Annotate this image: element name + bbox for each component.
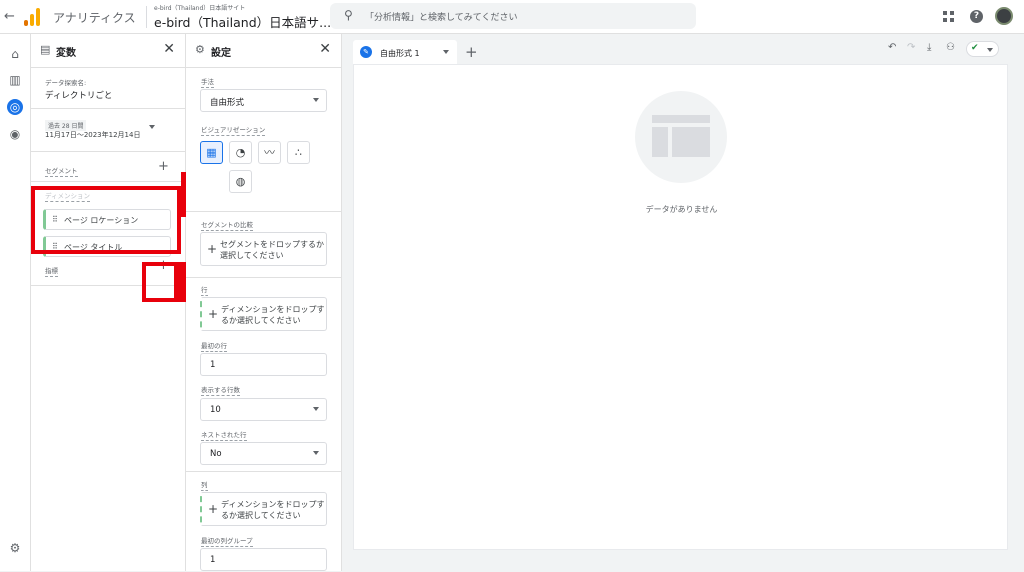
canvas-tab-bar: ✎ 自由形式 1 + ↶ ↷ ⤓ ⚇ ✔ (353, 34, 1008, 64)
close-icon[interactable]: ✕ (163, 41, 175, 57)
add-icon: + (208, 307, 219, 321)
settings-panel: ⚙ 設定 ✕ 手法 自由形式 ビジュアリゼーション ▦ ◔ 〰 ∴ ◍ セグメン… (186, 34, 342, 571)
rows-drop-zone[interactable]: + ディメンションをドロップするか選択してください (200, 297, 327, 331)
chevron-down-icon (313, 451, 319, 455)
exploration-name-label: データ探索名: (45, 79, 87, 87)
donut-chart-icon[interactable]: ◔ (229, 141, 252, 164)
rows-shown-label: 表示する行数 (201, 386, 240, 396)
metrics-label: 指標 (45, 267, 58, 277)
segments-label: セグメント (45, 167, 78, 177)
check-circle-icon: ✔ (971, 43, 979, 53)
technique-select[interactable]: 自由形式 (200, 89, 327, 112)
add-tab-button[interactable]: + (465, 43, 478, 61)
segments-section: セグメント + (31, 152, 185, 182)
technique-section: 手法 自由形式 ビジュアリゼーション ▦ ◔ 〰 ∴ ◍ (186, 68, 341, 212)
avatar[interactable] (995, 7, 1013, 25)
pencil-icon: ✎ (360, 46, 372, 58)
undo-icon[interactable]: ↶ (888, 42, 896, 53)
account-subtitle[interactable]: e-bird（Thailand）日本語サイト (154, 3, 245, 12)
segment-drop-text: セグメントをドロップするか選択してください (220, 240, 324, 260)
close-icon[interactable]: ✕ (319, 41, 331, 57)
scatter-icon[interactable]: ∴ (287, 141, 310, 164)
share-icon[interactable]: ⚇ (946, 42, 955, 53)
visualization-label: ビジュアリゼーション (201, 126, 266, 136)
settings-title: 設定 (211, 48, 231, 59)
help-icon[interactable]: ? (970, 10, 983, 23)
annotation-box-7 (142, 262, 178, 302)
apps-grid-icon[interactable] (943, 11, 954, 22)
variables-panel: ▤ 変数 ✕ データ探索名: ディレクトリごと 過去 28 日間 11月17日～… (31, 34, 186, 571)
first-row-value: 1 (210, 360, 216, 370)
exploration-name-field[interactable]: ディレクトリごと (45, 89, 112, 101)
rows-label: 行 (201, 286, 208, 296)
columns-label: 列 (201, 481, 208, 491)
columns-drop-text: ディメンションをドロップするか選択してください (221, 500, 325, 520)
analytics-logo[interactable] (24, 8, 42, 26)
rows-section: 行 + ディメンションをドロップするか選択してください 最初の行 1 表示する行… (186, 278, 341, 472)
segment-compare-label: セグメントの比較 (201, 221, 253, 231)
canvas-area: データがありません (353, 64, 1008, 550)
empty-message: データがありません (645, 205, 718, 214)
variables-title: 変数 (56, 48, 76, 59)
canvas-toolbar: ↶ ↷ ⤓ ⚇ ✔ (888, 41, 1008, 58)
top-bar: ← アナリティクス e-bird（Thailand）日本語サイト e-bird（… (0, 0, 1024, 34)
first-col-group-label: 最初の列グループ (201, 537, 253, 547)
technique-label: 手法 (201, 78, 214, 88)
add-icon: + (207, 242, 218, 256)
status-dropdown[interactable]: ✔ (966, 41, 999, 57)
date-range: 11月17日～2023年12月14日 (45, 131, 141, 139)
nested-rows-label: ネストされた行 (201, 431, 247, 441)
settings-gear-icon: ⚙ (195, 43, 205, 56)
table-icon[interactable]: ▦ (200, 141, 223, 164)
app-name: アナリティクス (53, 11, 136, 25)
left-nav: ⌂ ▥ ◎ ◉ ⚙ (0, 34, 31, 571)
rows-shown-select[interactable]: 10 (200, 398, 327, 421)
first-row-label: 最初の行 (201, 342, 227, 352)
rows-shown-value: 10 (210, 405, 221, 415)
first-col-group-value: 1 (210, 555, 216, 565)
advertising-icon[interactable]: ◉ (7, 126, 23, 142)
settings-header: ⚙ 設定 ✕ (186, 34, 341, 68)
date-range-section[interactable]: 過去 28 日間 11月17日～2023年12月14日 (31, 109, 185, 152)
globe-icon[interactable]: ◍ (229, 170, 252, 193)
chevron-down-icon[interactable] (443, 50, 449, 54)
download-icon[interactable]: ⤓ (927, 42, 931, 53)
variables-icon: ▤ (40, 43, 51, 56)
search-icon: ⚲ (344, 8, 353, 22)
rows-drop-text: ディメンションをドロップするか選択してください (221, 305, 325, 325)
chevron-down-icon (987, 48, 993, 52)
segment-compare-section: セグメントの比較 + セグメントをドロップするか選択してください (186, 212, 341, 278)
explore-icon[interactable]: ◎ (7, 99, 23, 115)
home-icon[interactable]: ⌂ (7, 46, 23, 62)
back-arrow-icon[interactable]: ← (4, 9, 15, 24)
first-row-input[interactable]: 1 (200, 353, 327, 376)
empty-table-illustration (635, 91, 727, 183)
admin-gear-icon[interactable]: ⚙ (7, 540, 23, 556)
segment-drop-zone[interactable]: + セグメントをドロップするか選択してください (200, 232, 327, 266)
columns-section: 列 + ディメンションをドロップするか選択してください 最初の列グループ 1 (186, 472, 341, 572)
tab-freeform-1[interactable]: ✎ 自由形式 1 (353, 40, 457, 64)
search-placeholder: 「分析情報」と検索してみてください (365, 13, 518, 23)
nested-rows-select[interactable]: No (200, 442, 327, 465)
annotation-box-6 (31, 186, 181, 254)
first-col-group-input[interactable]: 1 (200, 548, 327, 571)
account-selector[interactable]: e-bird（Thailand）日本語サ... (154, 12, 331, 31)
redo-icon[interactable]: ↷ (907, 42, 915, 53)
line-chart-icon[interactable]: 〰 (258, 141, 281, 164)
variables-header: ▤ 変数 ✕ (31, 34, 185, 68)
add-icon: + (208, 502, 219, 516)
reports-icon[interactable]: ▥ (7, 72, 23, 88)
technique-value: 自由形式 (210, 98, 245, 108)
tab-label: 自由形式 1 (380, 49, 420, 58)
add-segment-button[interactable]: + (158, 159, 169, 174)
chevron-down-icon (313, 407, 319, 411)
search-input[interactable]: ⚲ 「分析情報」と検索してみてください (330, 3, 696, 29)
columns-drop-zone[interactable]: + ディメンションをドロップするか選択してください (200, 492, 327, 526)
chevron-down-icon (313, 98, 319, 102)
chevron-down-icon[interactable] (149, 125, 155, 129)
header-divider (146, 6, 147, 28)
nested-rows-value: No (210, 449, 222, 459)
exploration-name-section: データ探索名: ディレクトリごと (31, 68, 185, 109)
